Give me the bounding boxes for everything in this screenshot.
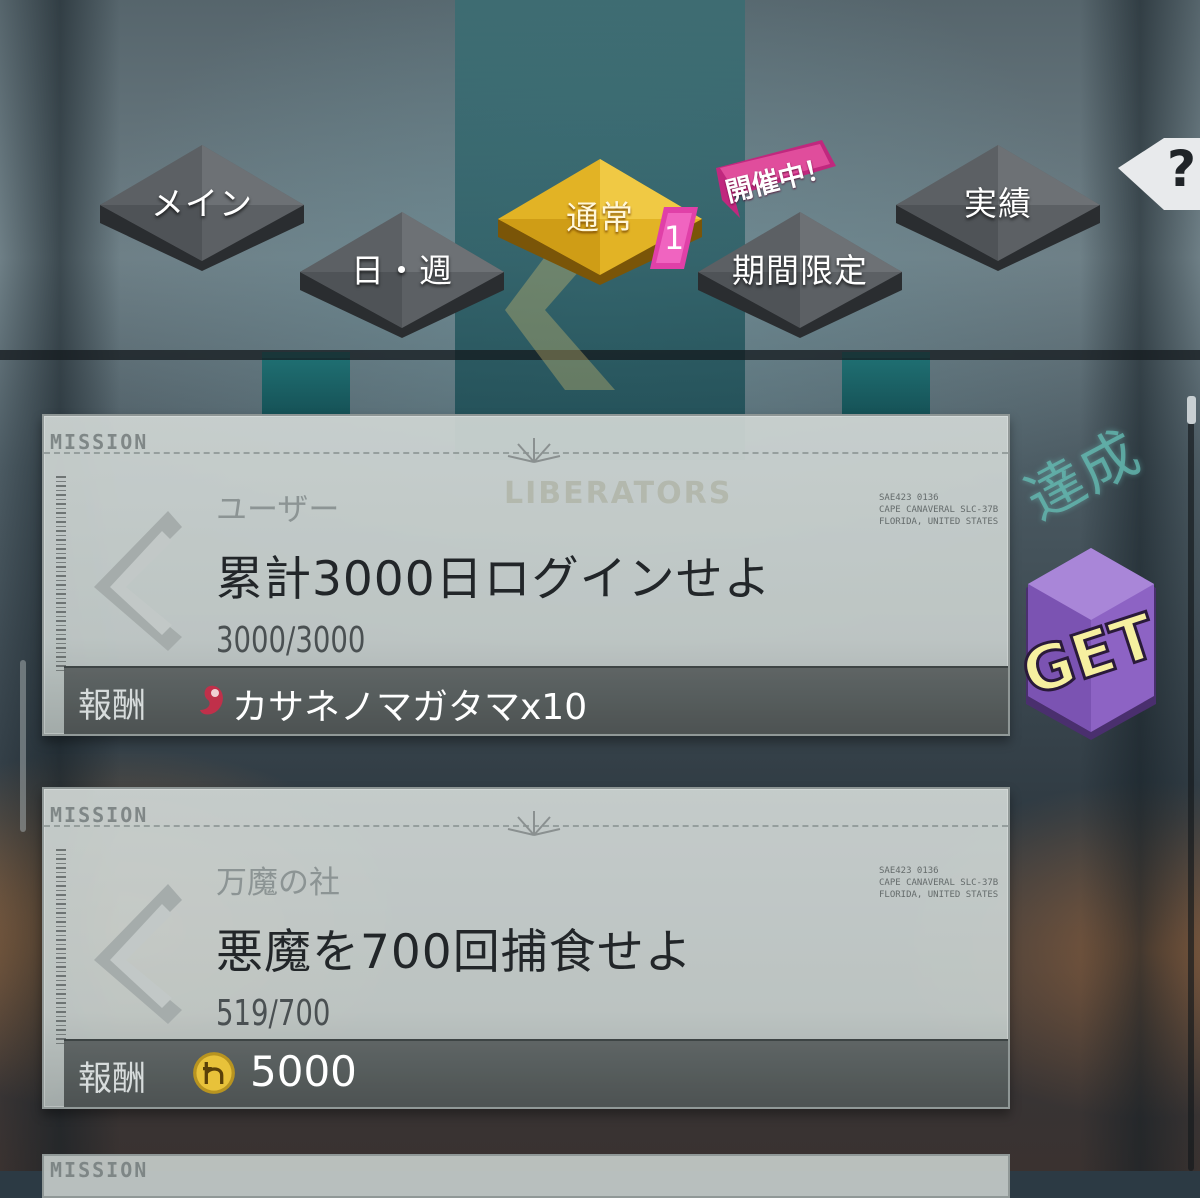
background-banner [262,352,350,418]
card-fineprint: SAE423 0136 CAPE CANAVERAL SLC-37B FLORI… [879,866,999,900]
mission-category: 万魔の社 [216,865,340,901]
tab-daily-weekly-label: 日・週 [351,251,453,290]
help-icon: ? [1166,140,1196,198]
mission-card: MISSION LIBERATORS SAE423 0136 CAPE CANA… [42,414,1010,736]
mission-list-scrollbar[interactable] [1188,396,1194,1171]
reward-label: 報酬 [78,686,146,726]
normal-count-badge: 1 [650,207,698,269]
mission-category: ユーザー [216,492,340,528]
tab-main[interactable]: メイン [96,143,308,275]
card-fineprint: SAE423 0136 CAPE CANAVERAL SLC-37B FLORI… [879,493,999,527]
mission-list-scrollbar-thumb[interactable] [1187,396,1196,424]
tab-main-label: メイン [151,184,253,223]
mission-title: 悪魔を700回捕食せよ [216,925,693,980]
card-barcode [56,476,66,672]
tab-achievement-label: 実績 [964,184,1032,223]
get-button-label: GET [1024,598,1158,712]
reward-text: カサネノマガタマx10 [232,687,588,728]
liberators-watermark: LIBERATORS [504,476,733,511]
card-barcode [56,849,66,1045]
mission-stamp: MISSION [50,430,149,454]
mission-stamp: MISSION [50,1158,149,1182]
mission-card-next: MISSION [42,1154,1010,1198]
mission-stamp: MISSION [50,803,149,827]
event-ongoing-badge: 開催中！ [712,138,840,238]
chevron-left-icon [94,884,182,1024]
mission-progress: 3000/3000 [216,620,366,661]
reward-text: 5000 [250,1047,357,1096]
chevron-left-icon [94,511,182,651]
reward-label: 報酬 [78,1059,146,1099]
mission-progress: 519/700 [216,993,331,1034]
normal-count-text: 1 [663,219,685,257]
reward-bar: 報酬 カサネノマガタマx10 [64,666,1008,734]
macca-coin-icon [193,1052,235,1094]
sunburst-icon [507,811,561,836]
svg-text:GET: GET [1024,599,1158,710]
tab-achievement[interactable]: 実績 [892,143,1104,275]
tab-daily-weekly[interactable]: 日・週 [296,210,508,342]
magatama-icon [200,685,223,715]
tab-limited-label: 期間限定 [732,251,868,290]
help-button[interactable]: ? [1118,138,1200,210]
get-reward-button[interactable]: GET [1024,548,1158,744]
reward-bar: 報酬 5000 [64,1039,1008,1107]
background-banner [842,352,930,418]
mission-card: MISSION SAE423 0136 CAPE CANAVERAL SLC-3… [42,787,1010,1109]
left-scroll-indicator [20,660,26,832]
mission-title: 累計3000日ログインせよ [216,552,772,607]
sunburst-icon [507,438,561,463]
